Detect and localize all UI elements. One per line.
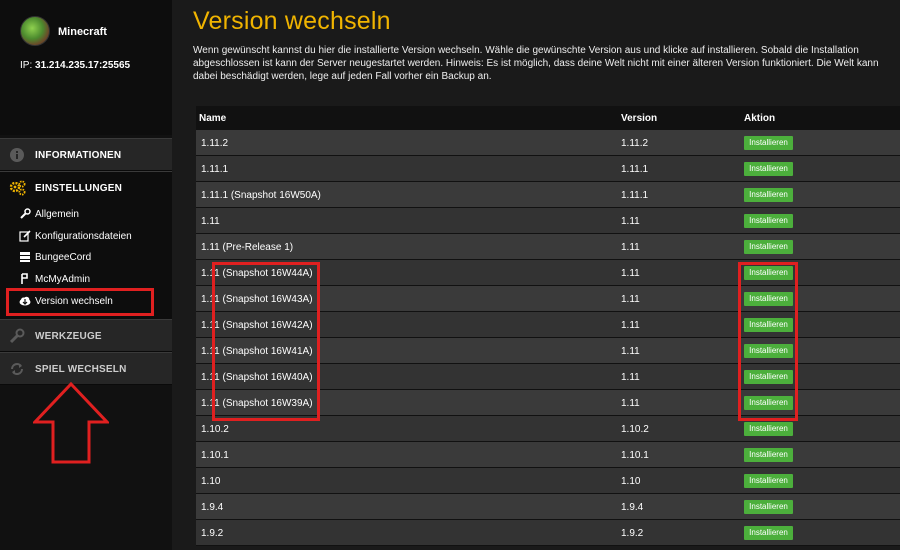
install-button[interactable]: Installieren [744, 500, 793, 514]
version-number: 1.10.1 [621, 450, 649, 461]
server-icon [19, 251, 31, 263]
annotation-highlight-snapshot-names [212, 262, 320, 421]
version-number: 1.11 [621, 372, 640, 383]
table-row: 1.10 1.10 Installieren [196, 468, 900, 494]
refresh-icon [9, 361, 25, 377]
version-number: 1.11.2 [621, 138, 649, 149]
sidebar-section-informationen[interactable]: INFORMATIONEN [0, 138, 172, 171]
annotation-highlight-install-buttons [738, 262, 798, 421]
version-number: 1.11 [621, 294, 640, 305]
sidebar: Minecraft IP: 31.214.235.17:25565 INFORM… [0, 0, 172, 550]
version-number: 1.9.4 [621, 502, 644, 513]
version-name: 1.10 [201, 476, 221, 487]
page-description: Wenn gewünscht kannst du hier die instal… [193, 45, 879, 82]
sidebar-section-label: SPIEL WECHSELN [35, 364, 127, 375]
version-number: 1.11.1 [621, 164, 649, 175]
table-row: 1.11 (Pre-Release 1) 1.11 Installieren [196, 234, 900, 260]
wrench-icon [9, 328, 25, 344]
table-row: 1.10.1 1.10.1 Installieren [196, 442, 900, 468]
table-row: 1.9.4 1.9.4 Installieren [196, 494, 900, 520]
install-button[interactable]: Installieren [744, 526, 793, 540]
install-button[interactable]: Installieren [744, 188, 793, 202]
info-icon [9, 147, 25, 163]
version-number: 1.10.2 [621, 424, 649, 435]
version-name: 1.10.2 [201, 424, 229, 435]
server-ip-label: IP: [20, 60, 33, 71]
version-name: 1.11 (Pre-Release 1) [201, 242, 294, 253]
version-number: 1.11 [621, 346, 640, 357]
install-button[interactable]: Installieren [744, 448, 793, 462]
version-number: 1.11 [621, 216, 640, 227]
install-button[interactable]: Installieren [744, 240, 793, 254]
version-number: 1.11 [621, 242, 640, 253]
version-name: 1.11 [201, 216, 220, 227]
gears-icon [9, 180, 26, 196]
version-name: 1.11.1 [201, 164, 229, 175]
table-row: 1.11.2 1.11.2 Installieren [196, 130, 900, 156]
server-ip-value: 31.214.235.17:25565 [35, 60, 131, 71]
server-logo [20, 16, 50, 46]
server-name: Minecraft [58, 26, 107, 38]
version-number: 1.11.1 [621, 190, 649, 201]
install-button[interactable]: Installieren [744, 474, 793, 488]
table-row: 1.9.2 1.9.2 Installieren [196, 520, 900, 546]
sidebar-item-bungeecord[interactable]: BungeeCord [0, 247, 172, 268]
version-name: 1.11.2 [201, 138, 229, 149]
install-button[interactable]: Installieren [744, 136, 793, 150]
sidebar-item-allgemein[interactable]: Allgemein [0, 204, 172, 225]
sidebar-item-label: Allgemein [35, 209, 79, 220]
install-button[interactable]: Installieren [744, 162, 793, 176]
version-name: 1.9.4 [201, 502, 224, 513]
page-title: Version wechseln [193, 7, 391, 35]
sidebar-item-label: BungeeCord [35, 252, 92, 263]
sidebar-item-konfigurationsdateien[interactable]: Konfigurationsdateien [0, 226, 172, 247]
annotation-highlight-version-wechseln [6, 288, 154, 316]
header-version: Version [621, 113, 658, 124]
table-row: 1.11.1 (Snapshot 16W50A) 1.11.1 Installier… [196, 182, 900, 208]
version-name: 1.10.1 [201, 450, 229, 461]
header-action: Aktion [744, 113, 776, 124]
table-row: 1.11.1 1.11.1 Installieren [196, 156, 900, 182]
header-name: Name [199, 113, 227, 124]
version-number: 1.10 [621, 476, 641, 487]
sidebar-item-label: Konfigurationsdateien [35, 231, 132, 242]
server-info-panel: Minecraft IP: 31.214.235.17:25565 [0, 0, 172, 135]
version-name: 1.9.2 [201, 528, 224, 539]
sidebar-section-label: INFORMATIONEN [35, 150, 122, 161]
install-button[interactable]: Installieren [744, 422, 793, 436]
version-name: 1.11.1 (Snapshot 16W50A) [201, 190, 321, 201]
install-button[interactable]: Installieren [744, 214, 793, 228]
table-header: Name Version Aktion [196, 106, 900, 130]
mcmyadmin-icon [19, 273, 31, 285]
edit-icon [19, 230, 31, 242]
sidebar-section-label: EINSTELLUNGEN [35, 183, 123, 194]
server-ip: IP: 31.214.235.17:25565 [20, 60, 130, 71]
annotation-arrow-up-icon [33, 382, 109, 464]
table-row: 1.11 1.11 Installieren [196, 208, 900, 234]
sidebar-item-mcmyadmin[interactable]: McMyAdmin [0, 269, 172, 290]
sidebar-item-label: McMyAdmin [35, 274, 91, 285]
version-number: 1.11 [621, 320, 640, 331]
sidebar-section-label: WERKZEUGE [35, 331, 102, 342]
sidebar-section-werkzeuge[interactable]: WERKZEUGE [0, 319, 172, 352]
version-number: 1.11 [621, 398, 640, 409]
wrench-icon [19, 208, 31, 220]
sidebar-section-einstellungen[interactable]: EINSTELLUNGEN [0, 171, 172, 204]
version-number: 1.11 [621, 268, 640, 279]
sidebar-section-spiel-wechseln[interactable]: SPIEL WECHSELN [0, 352, 172, 385]
version-number: 1.9.2 [621, 528, 644, 539]
